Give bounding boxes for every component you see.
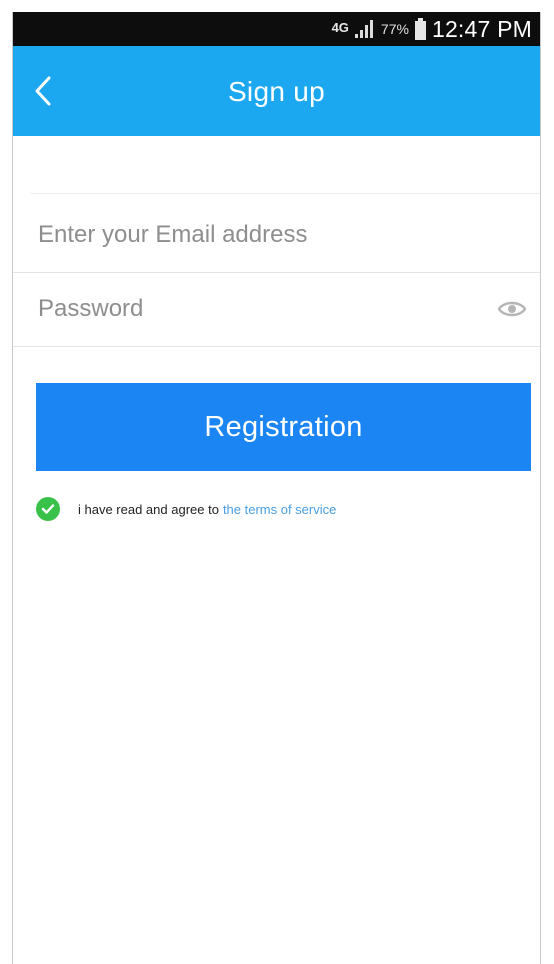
page-title: Sign up (227, 76, 326, 107)
top-margin (0, 0, 554, 12)
email-input[interactable] (38, 198, 478, 272)
terms-of-service-link[interactable]: the terms of service (223, 502, 336, 517)
eye-icon (497, 301, 527, 317)
agree-text: i have read and agree to (78, 501, 219, 517)
password-field-row (13, 272, 540, 347)
frame-edge-right (540, 12, 541, 964)
battery-icon (414, 17, 426, 40)
checkmark-icon (41, 504, 55, 514)
password-input[interactable] (38, 272, 478, 346)
frame-edge-left (12, 12, 13, 964)
terms-agreement: i have read and agree to the terms of se… (36, 496, 336, 522)
battery-percent: 77% (380, 21, 409, 37)
app-bar: Sign up (13, 46, 540, 136)
email-field-row (13, 198, 540, 273)
sign-up-screen: 4G 77% 12:47 PM Sign up Enter your Email… (0, 0, 554, 964)
divider (30, 193, 540, 194)
network-type-label: 4G (331, 19, 349, 35)
agree-checkbox[interactable] (36, 497, 60, 521)
show-password-toggle[interactable] (496, 294, 528, 324)
signal-strength-icon (354, 20, 375, 38)
status-indicators: 4G 77% 12:47 PM (332, 12, 532, 46)
registration-button[interactable]: Registration (36, 383, 531, 471)
status-time: 12:47 PM (431, 15, 532, 42)
status-bar: 4G 77% 12:47 PM (13, 12, 540, 46)
